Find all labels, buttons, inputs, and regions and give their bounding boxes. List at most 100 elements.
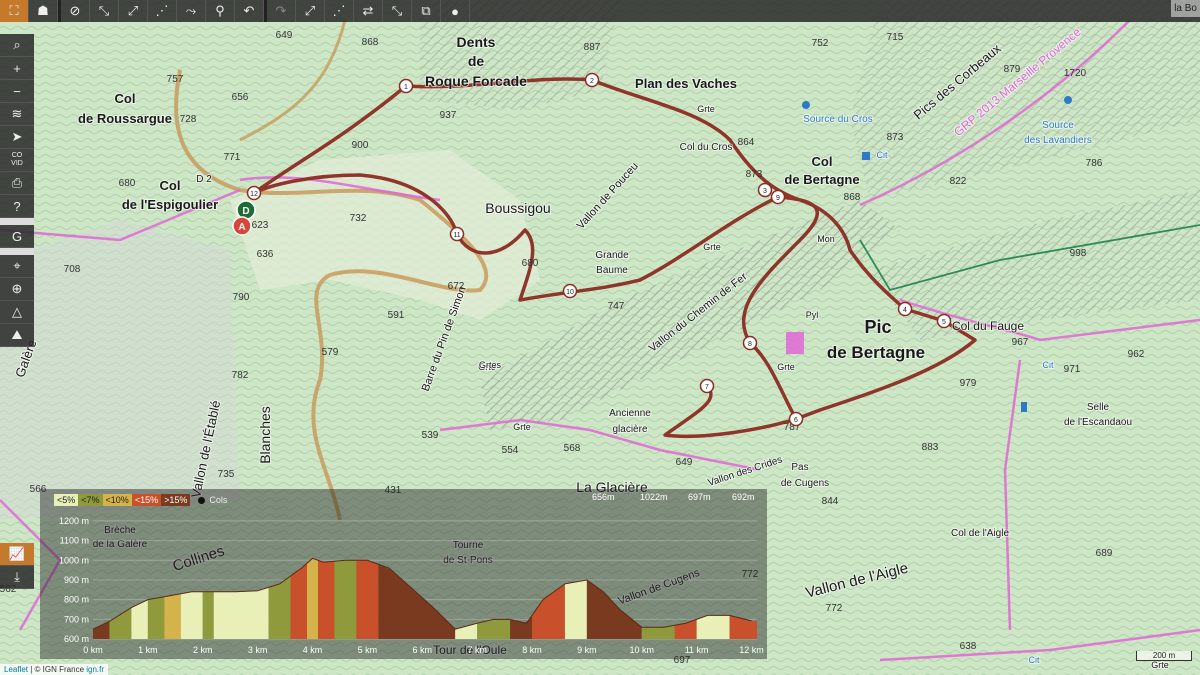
segment-add-icon: ⋰ — [332, 3, 346, 18]
waypoint-marker[interactable]: 12 — [246, 185, 262, 201]
place-label: Pyl — [806, 310, 819, 320]
place-label: Grande — [595, 250, 629, 261]
slope-band — [202, 591, 214, 639]
waypoint-marker[interactable]: 8 — [742, 335, 758, 351]
zoom-out-icon: − — [13, 83, 21, 99]
layers-button[interactable]: ≋ — [0, 103, 34, 126]
waypoint-marker[interactable]: 7 — [699, 378, 715, 394]
reverse-button[interactable]: ⇄ — [354, 0, 383, 22]
locate-button[interactable]: ➤ — [0, 126, 34, 149]
route-point-button[interactable]: ⤢ — [119, 0, 148, 22]
spot-elevation: 649 — [676, 457, 693, 468]
copy-button[interactable]: ⧉ — [412, 0, 441, 22]
attribution-text: | © IGN France — [28, 665, 87, 674]
spot-elevation: 568 — [564, 443, 581, 454]
help-button[interactable]: ? — [0, 195, 34, 218]
waypoint-number: 8 — [748, 341, 752, 348]
marker-button[interactable]: ● — [441, 0, 470, 22]
route-auto-button[interactable]: ⋰ — [148, 0, 177, 22]
redo-button[interactable]: ↷ — [267, 0, 296, 22]
spot-elevation: 967 — [1012, 337, 1029, 348]
y-tick-label: 1200 m — [59, 516, 89, 526]
waypoint-marker[interactable]: 1 — [398, 78, 414, 94]
covid-icon: CO VID — [11, 152, 23, 167]
zoom-out-button[interactable]: − — [0, 80, 34, 103]
waypoint-marker[interactable]: 4 — [897, 301, 913, 317]
waypoint-marker[interactable]: 3 — [757, 182, 773, 198]
redo-icon: ↷ — [275, 3, 287, 18]
globe-button[interactable]: ⊕ — [0, 278, 34, 301]
place-label: de — [468, 53, 485, 69]
zoom-search-button[interactable]: ⌕ — [0, 34, 34, 57]
spot-elevation: 864 — [738, 137, 755, 148]
spot-elevation: 900 — [352, 140, 369, 151]
undo-button[interactable]: ↶ — [235, 0, 264, 22]
spot-elevation: 998 — [1070, 248, 1087, 259]
spot-elevation: 656 — [232, 92, 249, 103]
waypoint-number: 2 — [590, 78, 594, 85]
hide-button[interactable]: ⊘ — [61, 0, 90, 22]
x-tick-label: 11 km — [685, 645, 709, 655]
help-icon: ? — [13, 198, 21, 214]
spot-elevation: 887 — [584, 42, 601, 53]
leaflet-link[interactable]: Leaflet — [4, 665, 28, 674]
place-label: Ancienne — [609, 408, 651, 419]
crosshair-button[interactable]: ⌖ — [0, 255, 34, 278]
segment-add-button[interactable]: ⋰ — [325, 0, 354, 22]
ign-link[interactable]: ign.fr — [86, 665, 104, 674]
place-label: D 2 — [196, 174, 212, 185]
top-toolbar: ⛶ ☗ ⊘ ⤡ ⤢ ⋰ ⤳ ⚲ ↶ ↷ ⤢ ⋰ ⇄ ⤡ ⧉ ● — [0, 0, 1200, 22]
zoom-in-button[interactable]: + — [0, 57, 34, 80]
left-toolbar: ⌕ + − ≋ ➤ CO VID ⎙? G ⌖ ⊕ △ ⛰ — [0, 34, 34, 347]
place-label: des Lavandiers — [1024, 135, 1092, 146]
elevation-toolbar: 📈 ⤓ — [0, 543, 34, 589]
hiker-button[interactable]: ☗ — [29, 0, 58, 22]
waypoint-marker[interactable]: 10 — [562, 283, 578, 299]
route-trail-button[interactable]: ⤳ — [177, 0, 206, 22]
spot-elevation: 539 — [422, 430, 439, 441]
toolbar-gap — [0, 218, 34, 225]
chart-button[interactable]: 📈 — [0, 543, 34, 566]
slope-band — [131, 599, 148, 639]
route-delete-button[interactable]: ⤡ — [383, 0, 412, 22]
slope-band — [564, 579, 587, 639]
slope-band — [180, 591, 203, 639]
waypoint-marker[interactable]: 2 — [584, 72, 600, 88]
waypoint-marker[interactable]: 9 — [770, 189, 786, 205]
waypoint-number: 4 — [903, 307, 907, 314]
x-tick-label: 10 km — [630, 645, 655, 655]
place-label: Cit — [877, 150, 888, 160]
elevation-chart: 600 m 700 m 800 m 900 m 1000 m 1100 m 1200 m 0 … — [59, 516, 764, 655]
print-button[interactable]: ⎙ — [0, 172, 34, 195]
bike-button[interactable]: ⚲ — [206, 0, 235, 22]
waypoint-marker[interactable]: 6 — [788, 411, 804, 427]
y-tick-label: 1100 m — [60, 536, 89, 546]
cistern-marker — [862, 152, 870, 160]
covid-button[interactable]: CO VID — [0, 149, 34, 172]
route-manual-button[interactable]: ⤡ — [90, 0, 119, 22]
waypoint-marker[interactable]: 11 — [449, 226, 465, 242]
place-label: Grte — [513, 422, 531, 432]
locate-icon: ➤ — [11, 129, 23, 144]
place-label: Boussigou — [485, 200, 550, 216]
x-tick-label: 9 km — [577, 645, 597, 655]
measure-button[interactable]: △ — [0, 301, 34, 324]
fullscreen-button[interactable]: ⛶ — [0, 0, 29, 22]
place-label: Col du Cros — [680, 142, 733, 153]
waypoint-marker[interactable]: 5 — [936, 313, 952, 329]
elevation-profile-panel[interactable]: <5% <7% <10% <15% >15% Cols 656m 1022m 697m 692m… — [40, 489, 767, 659]
download-icon: ⤓ — [14, 569, 20, 584]
place-label: Source du Cros — [803, 114, 872, 125]
waypoint-number: 1 — [404, 84, 408, 91]
place-label: de Cugens — [781, 478, 829, 489]
segment-button[interactable]: ⤢ — [296, 0, 325, 22]
download-button[interactable]: ⤓ — [0, 566, 34, 589]
fullscreen-icon: ⛶ — [9, 3, 19, 18]
waypoint-number: 3 — [763, 188, 767, 195]
slope-band — [317, 560, 335, 639]
google-button[interactable]: G — [0, 225, 34, 248]
place-label: glacière — [612, 424, 647, 435]
hike-button[interactable]: ⛰ — [0, 324, 34, 347]
spot-elevation: 735 — [218, 469, 235, 480]
x-tick-label: 0 km — [83, 645, 103, 655]
